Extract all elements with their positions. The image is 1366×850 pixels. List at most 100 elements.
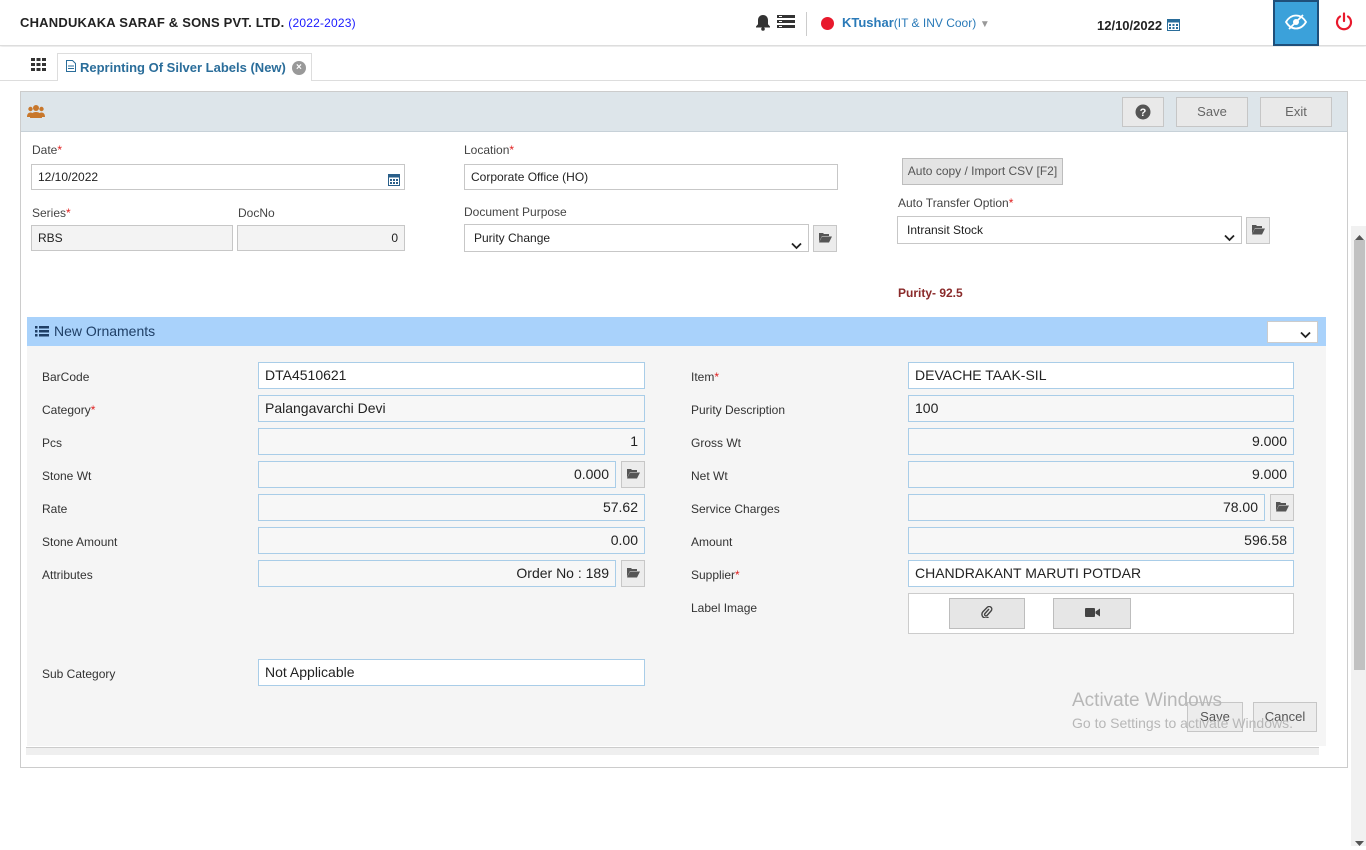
location-field[interactable]: Corporate Office (HO) — [464, 164, 838, 190]
close-tab-icon[interactable]: × — [291, 60, 306, 75]
power-icon[interactable] — [1335, 12, 1353, 34]
document-purpose-value: Purity Change — [474, 231, 551, 245]
folder-open-icon — [1275, 501, 1289, 515]
paperclip-icon — [981, 605, 993, 621]
vertical-scrollbar[interactable] — [1351, 226, 1366, 846]
chevron-down-icon — [1300, 328, 1311, 342]
purity-info: Purity- 92.5 — [898, 286, 963, 300]
stone-amount-input[interactable]: 0.00 — [258, 527, 645, 554]
purity-description-label: Purity Description — [691, 403, 786, 417]
auto-transfer-select[interactable]: Intransit Stock — [897, 216, 1242, 244]
auto-transfer-label: Auto Transfer Option* — [898, 196, 1014, 210]
document-icon — [66, 60, 76, 75]
scrollbar-thumb[interactable] — [1354, 240, 1365, 670]
purity-description-input[interactable]: 100 — [908, 395, 1294, 422]
grid-strip — [26, 747, 1319, 755]
folder-open-icon — [626, 468, 640, 482]
grid-menu-icon[interactable] — [31, 58, 46, 74]
category-input[interactable]: Palangavarchi Devi — [258, 395, 645, 422]
auto-copy-import-button[interactable]: Auto copy / Import CSV [F2] — [902, 158, 1063, 185]
stone-wt-input[interactable]: 0.000 — [258, 461, 616, 488]
camera-button[interactable] — [1053, 598, 1131, 629]
status-indicator — [821, 17, 834, 30]
new-ornaments-body: BarCode DTA4510621 Category* Palangavarc… — [27, 346, 1326, 746]
new-ornaments-header: New Ornaments — [27, 317, 1326, 346]
user-menu[interactable]: KTushar(IT & INV Coor) ▼ — [842, 15, 990, 30]
amount-input[interactable]: 596.58 — [908, 527, 1294, 554]
chevron-down-icon — [1224, 225, 1235, 243]
scroll-down-icon[interactable] — [1355, 836, 1364, 850]
barcode-input[interactable]: DTA4510621 — [258, 362, 645, 389]
supplier-input[interactable]: CHANDRAKANT MARUTI POTDAR — [908, 560, 1294, 587]
gross-wt-input[interactable]: 9.000 — [908, 428, 1294, 455]
financial-year: (2022-2023) — [288, 16, 356, 30]
net-wt-input[interactable]: 9.000 — [908, 461, 1294, 488]
bell-icon[interactable] — [755, 14, 771, 34]
attach-button[interactable] — [949, 598, 1025, 629]
folder-open-icon — [818, 232, 832, 246]
save-button[interactable]: Save — [1176, 97, 1248, 127]
document-purpose-browse-button[interactable] — [813, 225, 837, 252]
document-purpose-select[interactable]: Purity Change — [464, 224, 809, 252]
service-charges-input[interactable]: 78.00 — [908, 494, 1265, 521]
pcs-label: Pcs — [42, 436, 63, 450]
rate-input[interactable]: 57.62 — [258, 494, 645, 521]
date-field[interactable]: 12/10/2022 — [31, 164, 405, 190]
auto-transfer-browse-button[interactable] — [1246, 217, 1270, 244]
attributes-input[interactable]: Order No : 189 — [258, 560, 616, 587]
video-camera-icon — [1084, 607, 1100, 621]
sub-category-input[interactable]: Not Applicable — [258, 659, 645, 686]
docno-label: DocNo — [238, 206, 275, 220]
barcode-label: BarCode — [42, 370, 90, 384]
location-label: Location* — [464, 143, 515, 157]
series-field[interactable]: RBS — [31, 225, 233, 251]
section-title: New Ornaments — [54, 323, 156, 339]
list-icon — [35, 326, 49, 340]
tab-label: Reprinting Of Silver Labels (New) — [80, 60, 286, 75]
hide-values-button[interactable] — [1273, 0, 1319, 46]
supplier-label: Supplier* — [691, 568, 740, 582]
sub-category-label: Sub Category — [42, 667, 116, 681]
calendar-icon[interactable] — [388, 170, 400, 189]
company-title: CHANDUKAKA SARAF & SONS PVT. LTD. — [20, 15, 285, 30]
exit-button[interactable]: Exit — [1260, 97, 1332, 127]
panel-header: ? Save Exit — [21, 92, 1347, 132]
company-name: CHANDUKAKA SARAF & SONS PVT. LTD. (2022-… — [20, 15, 356, 30]
pcs-input[interactable]: 1 — [258, 428, 645, 455]
eye-slash-icon — [1284, 13, 1308, 33]
series-label: Series* — [32, 206, 71, 220]
stone-wt-browse-button[interactable] — [621, 461, 645, 488]
question-icon: ? — [1135, 104, 1151, 120]
rate-label: Rate — [42, 502, 68, 516]
folder-open-icon — [626, 567, 640, 581]
tab-reprinting-silver-labels[interactable]: Reprinting Of Silver Labels (New) × — [57, 53, 312, 81]
section-options-select[interactable] — [1267, 321, 1318, 343]
users-icon — [27, 104, 45, 122]
activate-windows-title: Activate Windows — [1072, 690, 1222, 711]
category-label: Category* — [42, 403, 96, 417]
attributes-label: Attributes — [42, 568, 93, 582]
service-charges-label: Service Charges — [691, 502, 780, 516]
item-input[interactable]: DEVACHE TAAK-SIL — [908, 362, 1294, 389]
top-bar: CHANDUKAKA SARAF & SONS PVT. LTD. (2022-… — [0, 0, 1366, 46]
list-icon[interactable] — [777, 15, 795, 33]
stone-amount-label: Stone Amount — [42, 535, 118, 549]
amount-label: Amount — [691, 535, 733, 549]
auto-transfer-value: Intransit Stock — [907, 223, 984, 237]
divider — [806, 12, 807, 36]
help-button[interactable]: ? — [1122, 97, 1164, 127]
calendar-icon[interactable] — [1167, 18, 1180, 34]
service-charges-browse-button[interactable] — [1270, 494, 1294, 521]
document-purpose-label: Document Purpose — [464, 205, 567, 219]
date-value: 12/10/2022 — [38, 170, 99, 184]
svg-text:?: ? — [1140, 107, 1147, 119]
main-panel: ? Save Exit Date* 12/10/2022 Location* C… — [20, 91, 1366, 846]
label-image-box — [908, 593, 1294, 634]
header-date: 12/10/2022 — [1097, 18, 1163, 33]
folder-open-icon — [1251, 224, 1265, 238]
gross-wt-label: Gross Wt — [691, 436, 741, 450]
chevron-down-icon — [791, 233, 802, 251]
user-name: KTushar — [842, 15, 894, 30]
attributes-browse-button[interactable] — [621, 560, 645, 587]
docno-field[interactable]: 0 — [237, 225, 405, 251]
